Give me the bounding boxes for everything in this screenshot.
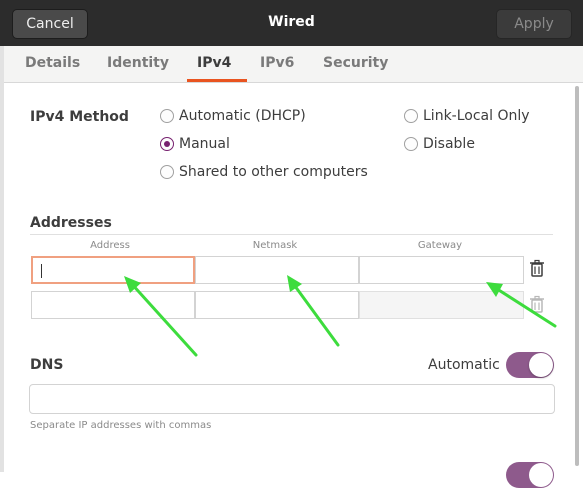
column-header-gateway: Gateway [417, 240, 463, 251]
dns-input[interactable] [29, 384, 555, 414]
window-edge [0, 46, 4, 472]
tab-ipv6[interactable]: IPv6 [260, 55, 294, 71]
text-cursor [41, 264, 42, 278]
radio-shared-indicator[interactable] [160, 165, 174, 179]
radio-disable-indicator[interactable] [404, 137, 418, 151]
column-header-address: Address [90, 240, 130, 251]
radio-disable-label: Disable [423, 136, 475, 152]
tab-security[interactable]: Security [323, 55, 388, 71]
radio-link-local-label: Link-Local Only [423, 108, 530, 124]
addresses-label: Addresses [30, 215, 112, 231]
radio-shared[interactable]: Shared to other computers [160, 164, 368, 180]
address-input-2[interactable] [31, 291, 195, 319]
radio-shared-label: Shared to other computers [179, 164, 368, 180]
radio-manual-indicator[interactable] [160, 137, 174, 151]
routes-automatic-toggle[interactable] [506, 462, 554, 488]
scrollbar[interactable] [575, 86, 579, 466]
dns-automatic-toggle[interactable] [506, 352, 554, 378]
apply-button[interactable]: Apply [496, 9, 572, 39]
radio-disable[interactable]: Disable [404, 136, 475, 152]
netmask-input-2[interactable] [195, 291, 359, 319]
dns-automatic-label: Automatic [428, 357, 500, 373]
tab-bar: Details Identity IPv4 IPv6 Security [4, 46, 583, 83]
gateway-input-2 [359, 291, 524, 319]
addresses-divider [30, 234, 553, 235]
trash-icon-disabled [530, 295, 544, 313]
tab-identity[interactable]: Identity [107, 55, 169, 71]
radio-link-local[interactable]: Link-Local Only [404, 108, 530, 124]
tab-details[interactable]: Details [25, 55, 80, 71]
radio-dhcp-indicator[interactable] [160, 109, 174, 123]
toggle-knob [529, 353, 553, 377]
dns-label: DNS [30, 357, 64, 373]
gateway-input-1[interactable] [359, 256, 524, 284]
trash-icon[interactable] [526, 258, 548, 280]
radio-manual[interactable]: Manual [160, 136, 230, 152]
radio-dhcp[interactable]: Automatic (DHCP) [160, 108, 306, 124]
radio-link-local-indicator[interactable] [404, 109, 418, 123]
toggle-knob [529, 463, 553, 487]
radio-dhcp-label: Automatic (DHCP) [179, 108, 306, 124]
netmask-input-1[interactable] [195, 256, 359, 284]
tab-ipv4[interactable]: IPv4 [197, 55, 231, 71]
address-input-1[interactable] [31, 256, 195, 284]
ipv4-method-label: IPv4 Method [30, 109, 129, 125]
active-tab-indicator [187, 79, 247, 82]
dns-hint: Separate IP addresses with commas [30, 420, 212, 431]
header-bar: Cancel Wired Apply [0, 0, 583, 46]
radio-manual-label: Manual [179, 136, 230, 152]
column-header-netmask: Netmask [252, 240, 298, 251]
